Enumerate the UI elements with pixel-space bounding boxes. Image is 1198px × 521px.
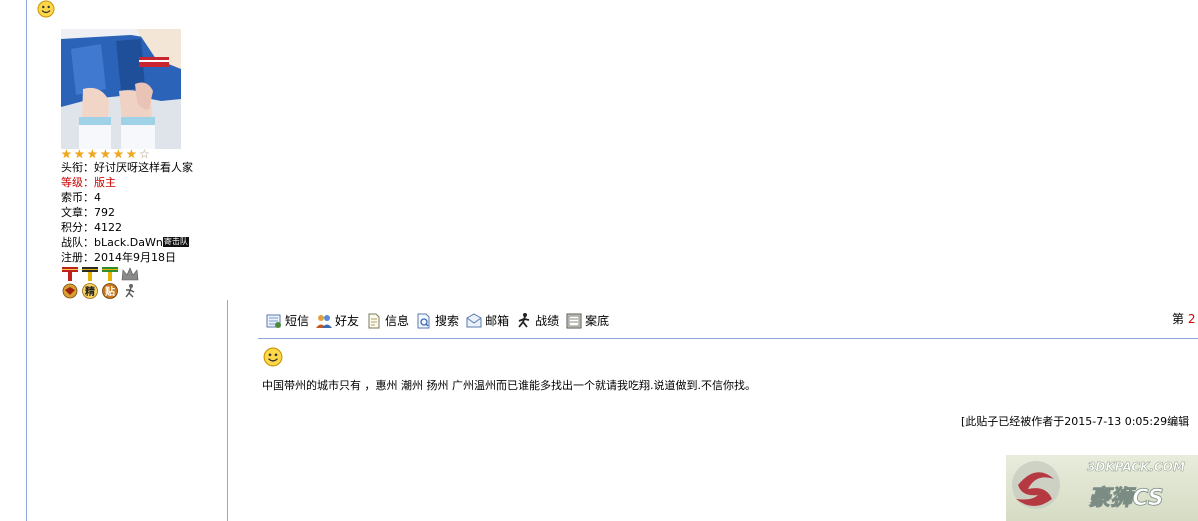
toolbar-message-label: 短信 — [285, 314, 310, 328]
profile-title-row: 头衔：好讨厌呀这样看人家 — [61, 160, 193, 175]
toolbar-file[interactable]: 案底 — [565, 312, 609, 330]
post-smiley-icon — [263, 347, 283, 367]
edit-note: [此贴子已经被作者于2015-7-13 0:05:29编辑 — [961, 415, 1190, 428]
toolbar-message[interactable]: 短信 — [265, 312, 309, 330]
search-icon — [417, 313, 430, 329]
column-divider — [227, 300, 228, 521]
friends-icon — [316, 315, 333, 328]
floor-indicator: 第 2 — [1172, 311, 1195, 327]
medal-badges: 精 贴 — [61, 266, 141, 300]
title-value: 好讨厌呀这样看人家 — [94, 161, 193, 174]
level-value: 版主 — [94, 176, 116, 189]
eagle-icon — [62, 283, 78, 299]
badge-jing-text: 精 — [85, 285, 95, 298]
left-border — [26, 0, 27, 521]
points-label: 积分： — [61, 221, 94, 234]
watermark-brand-text: 豪狮CS — [1088, 485, 1163, 511]
toolbar-info[interactable]: 信息 — [365, 312, 409, 330]
medal-row-top — [61, 266, 141, 282]
toolbar-search[interactable]: 搜索 — [415, 312, 459, 330]
file-icon — [566, 313, 582, 329]
running-man-icon — [125, 284, 135, 298]
toolbar-record-label: 战绩 — [535, 314, 560, 328]
user-profile-info: 头衔：好讨厌呀这样看人家 等级：版主 索币：4 文章：792 积分：4122 战… — [61, 160, 193, 265]
team-badge: 寄击队 — [162, 237, 189, 247]
badge-tie-text: 贴 — [104, 285, 115, 298]
star-filled-icon: ★ — [61, 147, 72, 161]
level-label: 等级： — [61, 176, 94, 189]
posts-value: 792 — [94, 206, 115, 219]
watermark-site-text: 3DKPACK.COM — [1087, 460, 1185, 474]
toolbar-friends-label: 好友 — [335, 314, 360, 328]
profile-level-row: 等级：版主 — [61, 175, 193, 190]
star-filled-icon: ★ — [126, 147, 137, 161]
star-filled-icon: ★ — [87, 147, 98, 161]
site-watermark: 3DKPACK.COM 豪狮CS — [1006, 455, 1198, 521]
points-value: 4122 — [94, 221, 122, 234]
profile-posts-row: 文章：792 — [61, 205, 193, 220]
toolbar-record[interactable]: 战绩 — [515, 312, 559, 330]
team-value[interactable]: bLack.DaWn — [94, 236, 163, 249]
forum-post-page: ★ ★ ★ ★ ★ ★ ☆ 头衔：好讨厌呀这样看人家 等级：版主 索币：4 文章… — [0, 0, 1198, 521]
registered-value: 2014年9月18日 — [94, 251, 176, 264]
profile-coins-row: 索币：4 — [61, 190, 193, 205]
toolbar-file-label: 案底 — [585, 314, 610, 328]
post-toolbar: 短信 好友 信息 搜索 邮箱 战绩 案底 — [265, 312, 615, 330]
registered-label: 注册： — [61, 251, 94, 264]
medal-yellow-icon — [82, 267, 98, 281]
record-icon — [518, 313, 530, 328]
toolbar-mail[interactable]: 邮箱 — [465, 312, 509, 330]
message-icon — [266, 314, 281, 328]
profile-registered-row: 注册：2014年9月18日 — [61, 250, 193, 265]
coins-value: 4 — [94, 191, 101, 204]
star-filled-icon: ★ — [113, 147, 124, 161]
toolbar-search-label: 搜索 — [435, 314, 460, 328]
crown-icon — [121, 267, 139, 281]
toolbar-friends[interactable]: 好友 — [315, 312, 359, 330]
star-filled-icon: ★ — [100, 147, 111, 161]
floor-number[interactable]: 2 — [1188, 312, 1196, 326]
profile-points-row: 积分：4122 — [61, 220, 193, 235]
medal-red-icon — [62, 267, 78, 281]
info-icon — [368, 313, 380, 329]
medal-green-icon — [102, 267, 118, 281]
title-label: 头衔： — [61, 161, 94, 174]
mail-icon — [466, 313, 482, 328]
badge-jing-icon: 精 — [82, 283, 98, 299]
coins-label: 索币： — [61, 191, 94, 204]
posts-label: 文章： — [61, 206, 94, 219]
team-label: 战队： — [61, 236, 94, 249]
floor-prefix: 第 — [1172, 312, 1185, 326]
smiley-icon — [37, 0, 55, 18]
toolbar-mail-label: 邮箱 — [485, 314, 510, 328]
toolbar-info-label: 信息 — [385, 314, 410, 328]
post-body: 中国带州的城市只有 ，惠州 潮州 扬州 广州温州而已谁能多找出一个就请我吃翔.说… — [262, 379, 756, 392]
avatar[interactable] — [61, 29, 181, 149]
star-filled-icon: ★ — [74, 147, 85, 161]
profile-team-row: 战队：bLack.DaWn寄击队 — [61, 235, 193, 250]
watermark-logo: 3DKPACK.COM 豪狮CS — [1012, 460, 1185, 511]
toolbar-divider — [258, 338, 1198, 339]
avatar-image — [61, 29, 181, 149]
star-empty-icon: ☆ — [139, 147, 150, 161]
badge-tie-icon: 贴 — [102, 283, 118, 299]
medal-row-bottom: 精 贴 — [61, 283, 141, 299]
